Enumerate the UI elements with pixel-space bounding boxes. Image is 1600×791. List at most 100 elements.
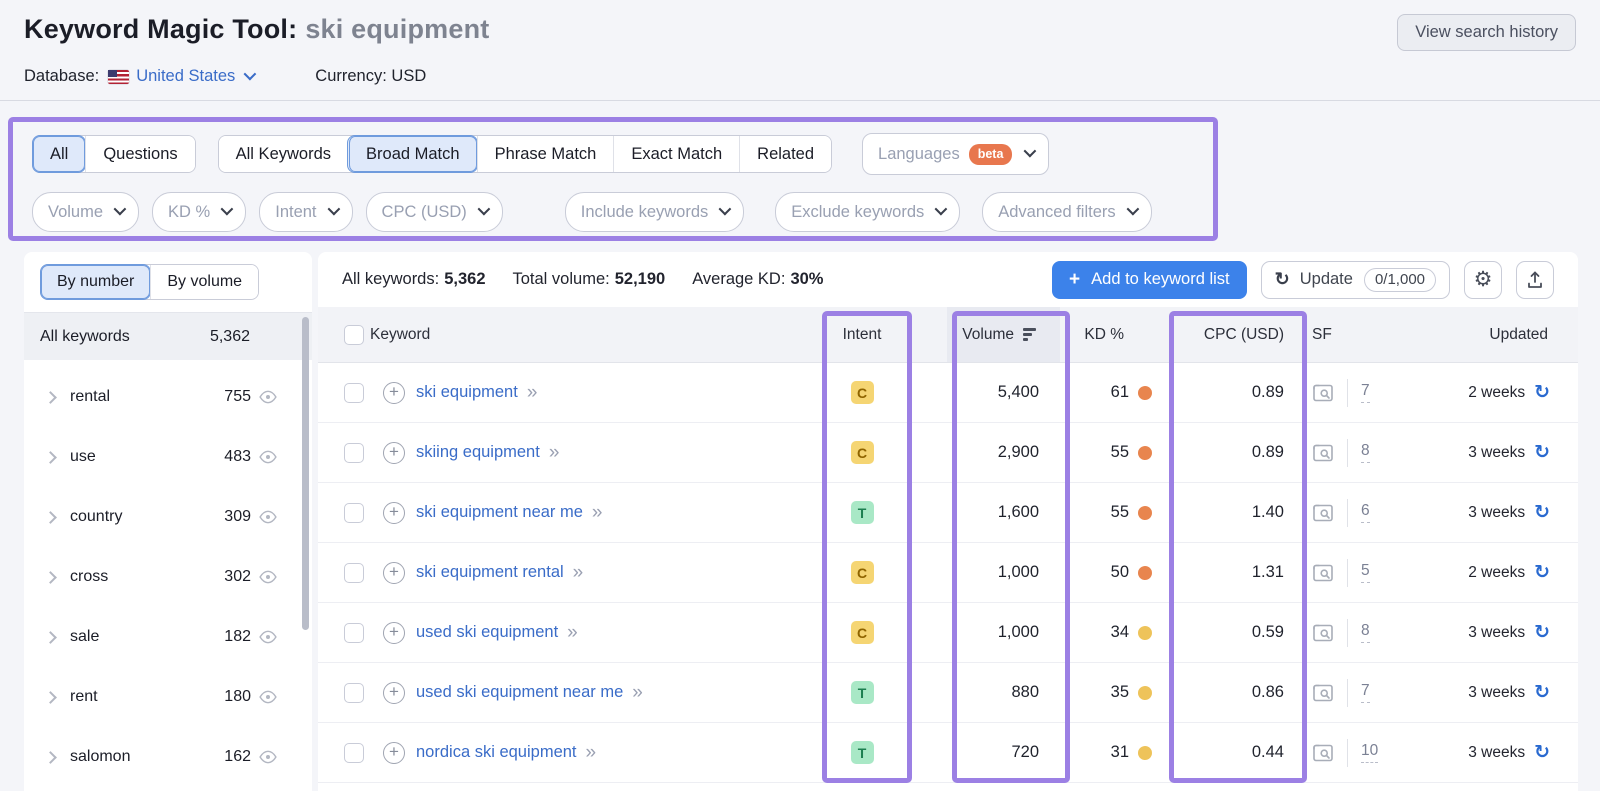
sidebar-item-use[interactable]: use 483: [24, 427, 312, 487]
serp-features-count[interactable]: 8: [1361, 442, 1370, 463]
sidebar-item-sale[interactable]: sale 182: [24, 607, 312, 667]
tab-questions[interactable]: Questions: [85, 136, 195, 172]
serp-features-count[interactable]: 6: [1361, 502, 1370, 523]
column-updated[interactable]: Updated: [1424, 326, 1578, 344]
table-row: ski equipment » C 5,400 61 0.89 7 2 week…: [318, 363, 1578, 423]
eye-icon[interactable]: [258, 567, 278, 587]
eye-icon[interactable]: [258, 627, 278, 647]
add-keyword-icon[interactable]: [383, 561, 405, 584]
column-intent[interactable]: Intent: [822, 326, 902, 344]
tab-all[interactable]: All: [33, 136, 86, 172]
serp-features-count[interactable]: 7: [1361, 682, 1370, 703]
eye-icon[interactable]: [258, 447, 278, 467]
refresh-icon[interactable]: ↻: [1534, 381, 1550, 404]
column-volume[interactable]: Volume: [902, 307, 1060, 362]
column-sf[interactable]: SF: [1297, 326, 1424, 344]
keyword-link[interactable]: ski equipment near me: [416, 503, 583, 522]
column-keyword[interactable]: Keyword: [370, 326, 822, 344]
filter-dropdown-advanced-filters[interactable]: Advanced filters: [982, 192, 1152, 232]
serp-features-count[interactable]: 7: [1361, 382, 1370, 403]
serp-features-count[interactable]: 8: [1361, 622, 1370, 643]
export-button[interactable]: [1516, 260, 1554, 299]
serp-preview-icon[interactable]: [1312, 563, 1334, 583]
serp-preview-icon[interactable]: [1312, 623, 1334, 643]
sidebar-tab-by-number[interactable]: By number: [41, 265, 151, 299]
serp-preview-icon[interactable]: [1312, 743, 1334, 763]
row-checkbox[interactable]: [344, 562, 364, 583]
languages-dropdown[interactable]: Languages beta: [862, 133, 1050, 175]
filter-dropdown-kd-[interactable]: KD %: [152, 192, 247, 232]
keyword-link[interactable]: ski equipment: [416, 383, 518, 402]
add-keyword-icon[interactable]: [383, 501, 405, 524]
add-keyword-icon[interactable]: [383, 381, 405, 404]
add-keyword-icon[interactable]: [383, 621, 405, 644]
sidebar-tab-by-volume[interactable]: By volume: [150, 265, 259, 299]
tab-related[interactable]: Related: [739, 136, 832, 172]
expand-keyword-icon[interactable]: »: [527, 382, 538, 404]
refresh-icon[interactable]: ↻: [1534, 561, 1550, 584]
view-search-history-button[interactable]: View search history: [1397, 14, 1576, 51]
add-keyword-icon[interactable]: [383, 741, 405, 764]
serp-preview-icon[interactable]: [1312, 503, 1334, 523]
chevron-right-icon: [44, 570, 57, 584]
column-cpc[interactable]: CPC (USD): [1169, 326, 1297, 344]
intent-badge: C: [850, 441, 874, 464]
sidebar-scrollbar[interactable]: [302, 317, 309, 630]
add-to-keyword-list-button[interactable]: + Add to keyword list: [1052, 260, 1247, 299]
tab-exact-match[interactable]: Exact Match: [613, 136, 740, 172]
expand-keyword-icon[interactable]: »: [573, 562, 584, 584]
select-all-checkbox[interactable]: [344, 324, 364, 345]
row-checkbox[interactable]: [344, 502, 364, 523]
eye-icon[interactable]: [258, 687, 278, 707]
sidebar-item-salomon[interactable]: salomon 162: [24, 727, 312, 787]
filter-dropdown-include-keywords[interactable]: Include keywords: [564, 192, 745, 232]
row-checkbox[interactable]: [344, 682, 364, 703]
filter-dropdown-volume[interactable]: Volume: [32, 192, 140, 232]
keyword-link[interactable]: skiing equipment: [416, 443, 540, 462]
sidebar-item-rent[interactable]: rent 180: [24, 667, 312, 727]
row-checkbox[interactable]: [344, 442, 364, 463]
serp-features-count[interactable]: 10: [1361, 742, 1379, 763]
sidebar-item-all-keywords[interactable]: All keywords 5,362: [24, 313, 312, 360]
expand-keyword-icon[interactable]: »: [567, 622, 578, 644]
update-button[interactable]: ↻ Update 0/1,000: [1260, 260, 1450, 299]
sidebar-item-rental[interactable]: rental 755: [24, 367, 312, 427]
keyword-link[interactable]: used ski equipment near me: [416, 683, 623, 702]
column-kd[interactable]: KD %: [1060, 326, 1169, 344]
tab-all-keywords[interactable]: All Keywords: [218, 136, 349, 172]
eye-icon[interactable]: [258, 747, 278, 767]
eye-icon[interactable]: [258, 387, 278, 407]
refresh-icon[interactable]: ↻: [1534, 621, 1550, 644]
serp-preview-icon[interactable]: [1312, 683, 1334, 703]
serp-features-count[interactable]: 5: [1361, 562, 1370, 583]
sidebar-item-country[interactable]: country 309: [24, 487, 312, 547]
keyword-link[interactable]: used ski equipment: [416, 623, 558, 642]
tab-phrase-match[interactable]: Phrase Match: [476, 136, 614, 172]
row-checkbox[interactable]: [344, 622, 364, 643]
expand-keyword-icon[interactable]: »: [632, 682, 643, 704]
expand-keyword-icon[interactable]: »: [586, 742, 597, 764]
volume-value: 720: [1011, 743, 1039, 761]
refresh-icon[interactable]: ↻: [1534, 441, 1550, 464]
row-checkbox[interactable]: [344, 742, 364, 763]
expand-keyword-icon[interactable]: »: [592, 502, 603, 524]
add-keyword-icon[interactable]: [383, 441, 405, 464]
tab-broad-match[interactable]: Broad Match: [348, 136, 477, 172]
eye-icon[interactable]: [258, 507, 278, 527]
refresh-icon[interactable]: ↻: [1534, 741, 1550, 764]
refresh-icon[interactable]: ↻: [1534, 681, 1550, 704]
keyword-link[interactable]: ski equipment rental: [416, 563, 564, 582]
database-selector[interactable]: United States: [136, 67, 257, 86]
serp-preview-icon[interactable]: [1312, 383, 1334, 403]
sidebar-item-cross[interactable]: cross 302: [24, 547, 312, 607]
filter-dropdown-cpc-usd-[interactable]: CPC (USD): [365, 192, 503, 232]
keyword-link[interactable]: nordica ski equipment: [416, 743, 577, 762]
row-checkbox[interactable]: [344, 382, 364, 403]
filter-dropdown-exclude-keywords[interactable]: Exclude keywords: [775, 192, 961, 232]
add-keyword-icon[interactable]: [383, 681, 405, 704]
settings-button[interactable]: ⚙: [1464, 260, 1502, 299]
serp-preview-icon[interactable]: [1312, 443, 1334, 463]
filter-dropdown-intent[interactable]: Intent: [259, 192, 353, 232]
expand-keyword-icon[interactable]: »: [549, 442, 560, 464]
refresh-icon[interactable]: ↻: [1534, 501, 1550, 524]
